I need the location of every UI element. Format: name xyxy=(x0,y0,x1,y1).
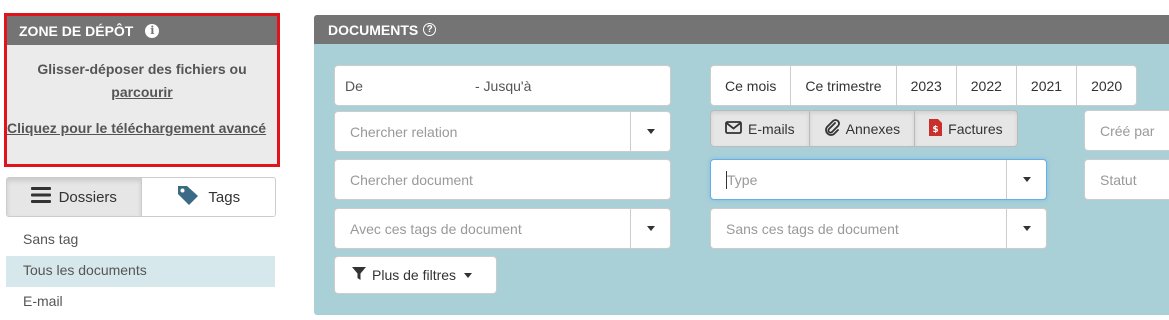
documents-title: DOCUMENTS xyxy=(328,21,419,38)
dropzone-header: ZONE DE DÉPÔT i xyxy=(7,16,277,45)
folders-tab[interactable]: Dossiers xyxy=(7,178,142,216)
document-type-buttons: E-mails Annexes $ Factures xyxy=(710,110,1018,147)
with-tags-placeholder: Avec ces tags de document xyxy=(350,220,522,237)
envelope-icon xyxy=(725,120,742,137)
folder-item-all-documents[interactable]: Tous les documents xyxy=(6,256,275,287)
invoice-file-icon: $ xyxy=(929,118,943,139)
folder-item-sans-tag[interactable]: Sans tag xyxy=(6,225,275,256)
invoices-filter-label: Factures xyxy=(948,120,1003,137)
chevron-down-icon xyxy=(464,272,473,278)
with-tags-select[interactable]: Avec ces tags de document xyxy=(334,208,671,249)
date-from-field[interactable]: De xyxy=(335,78,475,94)
emails-filter-button[interactable]: E-mails xyxy=(711,111,810,146)
type-placeholder: Type xyxy=(727,171,758,188)
dropzone-instructions: Glisser-déposer des fichiers ou parcouri… xyxy=(7,58,277,104)
tags-tab[interactable]: Tags xyxy=(141,178,275,216)
without-tags-select[interactable]: Sans ces tags de document xyxy=(710,208,1047,249)
period-buttons: Ce mois Ce trimestre 2023 2022 2021 2020 xyxy=(710,65,1138,106)
created-by-placeholder: Créé par xyxy=(1100,122,1155,139)
type-dropdown-toggle[interactable] xyxy=(1006,160,1046,199)
dropzone-panel[interactable]: ZONE DE DÉPÔT i Glisser-déposer des fich… xyxy=(4,13,280,167)
browse-link[interactable]: parcourir xyxy=(111,84,172,100)
period-2020-button[interactable]: 2020 xyxy=(1077,66,1136,105)
info-circle-icon[interactable]: i xyxy=(145,23,160,38)
without-tags-placeholder: Sans ces tags de document xyxy=(726,220,899,237)
folder-list: Sans tag Tous les documents E-mail xyxy=(6,225,275,318)
more-filters-label: Plus de filtres xyxy=(372,267,457,283)
bars-icon xyxy=(30,187,51,207)
tag-icon xyxy=(176,184,200,210)
invoices-filter-button[interactable]: $ Factures xyxy=(915,111,1016,146)
relation-search-placeholder: Chercher relation xyxy=(350,123,458,140)
relation-search-select[interactable]: Chercher relation xyxy=(334,111,671,152)
question-circle-icon[interactable]: ? xyxy=(423,23,437,36)
svg-text:$: $ xyxy=(933,125,939,135)
without-tags-dropdown-toggle[interactable] xyxy=(1006,209,1046,248)
date-range-input[interactable]: De - Jusqu'à xyxy=(334,65,671,106)
period-this-month-button[interactable]: Ce mois xyxy=(711,66,792,105)
folder-item-email[interactable]: E-mail xyxy=(6,287,275,318)
status-placeholder: Statut xyxy=(1100,171,1137,188)
documents-header: DOCUMENTS ? xyxy=(314,15,1169,44)
drag-drop-text: Glisser-déposer des fichiers ou xyxy=(37,61,247,77)
period-2021-button[interactable]: 2021 xyxy=(1017,66,1078,105)
status-field[interactable]: Statut xyxy=(1084,159,1169,200)
period-2023-button[interactable]: 2023 xyxy=(897,66,957,105)
type-select[interactable]: Type xyxy=(710,159,1047,200)
dropzone-title: ZONE DE DÉPÔT xyxy=(19,22,134,39)
chevron-down-icon xyxy=(1022,177,1031,182)
attachments-filter-button[interactable]: Annexes xyxy=(810,111,916,146)
document-search-input[interactable]: Chercher document xyxy=(334,159,671,200)
paperclip-icon xyxy=(824,118,840,139)
filter-icon xyxy=(352,266,366,284)
chevron-down-icon xyxy=(646,129,655,134)
chevron-down-icon xyxy=(1022,226,1031,231)
relation-dropdown-toggle[interactable] xyxy=(630,112,670,151)
advanced-upload-link[interactable]: Cliquez pour le téléchargement avancé xyxy=(7,118,267,138)
period-2022-button[interactable]: 2022 xyxy=(957,66,1017,105)
attachments-filter-label: Annexes xyxy=(845,120,901,137)
chevron-down-icon xyxy=(646,226,655,231)
document-search-placeholder: Chercher document xyxy=(350,171,473,188)
with-tags-dropdown-toggle[interactable] xyxy=(630,209,670,248)
tags-tab-label: Tags xyxy=(208,188,241,206)
date-to-field[interactable]: - Jusqu'à xyxy=(475,78,531,94)
emails-filter-label: E-mails xyxy=(748,120,795,137)
more-filters-button[interactable]: Plus de filtres xyxy=(334,256,497,294)
period-this-quarter-button[interactable]: Ce trimestre xyxy=(791,66,897,105)
folders-tab-label: Dossiers xyxy=(58,188,117,206)
documents-panel: DOCUMENTS ? De - Jusqu'à Ce mois Ce trim… xyxy=(314,15,1169,315)
view-toggle: Dossiers Tags xyxy=(6,177,276,217)
created-by-field[interactable]: Créé par xyxy=(1084,110,1169,151)
